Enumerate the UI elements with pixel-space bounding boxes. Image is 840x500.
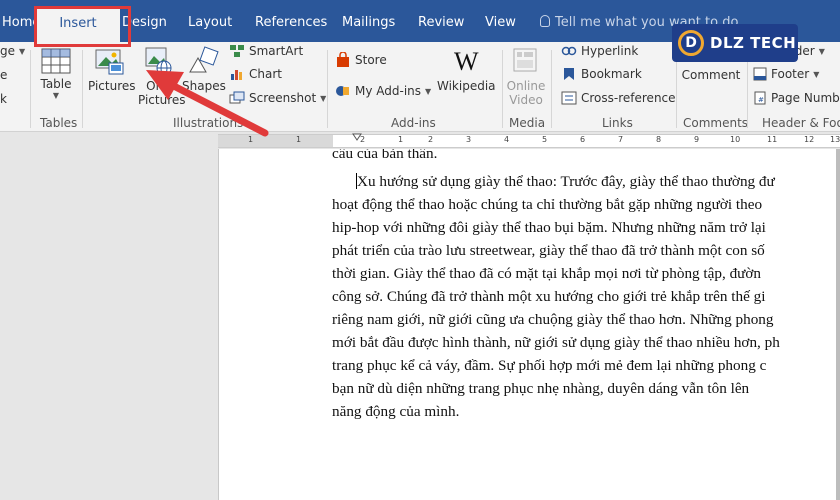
- globe-picture-icon: [145, 47, 172, 76]
- document-body[interactable]: câu của bản thân. Xu hướng sử dụng giày …: [332, 149, 840, 423]
- ruler-label: 1: [398, 135, 404, 144]
- chart-icon: [231, 70, 242, 80]
- ruler-label: 12: [804, 135, 815, 144]
- group-label-tables: Tables: [40, 116, 78, 130]
- cross-reference-button[interactable]: Cross-reference: [561, 91, 676, 105]
- page-number-icon: #: [754, 91, 766, 105]
- picture-icon: [95, 49, 124, 75]
- hyperlink-button[interactable]: Hyperlink: [561, 44, 638, 58]
- insert-tab-highlight-box: [34, 6, 131, 47]
- paragraph-line: hoạt động thể thao hoặc chúng ta chỉ thư…: [332, 196, 763, 213]
- tab-review[interactable]: Review: [418, 15, 464, 35]
- bookmark-icon: [564, 68, 574, 80]
- left-cut-item-1[interactable]: ge ▼: [0, 44, 25, 58]
- wikipedia-icon: W: [454, 47, 479, 76]
- ruler-label: 1: [248, 135, 254, 144]
- cross-reference-icon: [561, 91, 577, 105]
- tab-references[interactable]: References: [255, 15, 327, 35]
- online-video-button[interactable]: Online Video: [506, 46, 546, 107]
- dlz-tech-logo: D DLZ TECH: [672, 24, 798, 62]
- group-label-comments: Comments: [683, 116, 749, 130]
- table-button[interactable]: Table ▼: [38, 48, 74, 100]
- document-margin-area: [0, 149, 218, 500]
- svg-text:#: #: [758, 96, 764, 104]
- paragraph-line: năng động của mình.: [332, 403, 460, 420]
- ruler-margin: [218, 135, 333, 147]
- hyperlink-icon: [561, 46, 577, 56]
- paragraph-line: thời gian. Giày thể thao đã có mặt tại k…: [332, 265, 762, 282]
- lightbulb-icon: [540, 15, 550, 27]
- tab-layout[interactable]: Layout: [188, 15, 232, 35]
- paragraph-line: câu của bản thân.: [332, 149, 438, 162]
- shapes-button[interactable]: Shapes: [182, 46, 226, 93]
- footer-icon: [753, 67, 767, 81]
- tab-mailings[interactable]: Mailings: [342, 15, 395, 35]
- addins-icon: [336, 86, 349, 96]
- svg-text:W: W: [454, 47, 479, 76]
- horizontal-ruler[interactable]: 1 1 2 1 2 3 4 5 6 7 8 9 10 11 12 13: [218, 133, 840, 148]
- group-separator: [82, 50, 83, 128]
- pictures-button[interactable]: Pictures: [88, 46, 136, 93]
- paragraph-line: bạn nữ dù diện những trang phục nhẹ nhàn…: [332, 380, 750, 397]
- shapes-icon: [189, 46, 219, 73]
- ruler-label: 3: [466, 135, 472, 144]
- ruler-label: 8: [656, 135, 662, 144]
- smartart-icon: [230, 45, 244, 57]
- ruler-label: 9: [694, 135, 700, 144]
- my-addins-button[interactable]: My Add-ins ▼: [335, 83, 431, 99]
- online-pictures-button[interactable]: Onli Pictures: [138, 46, 186, 107]
- ruler-label: 13: [830, 135, 840, 144]
- online-video-icon: [513, 48, 537, 72]
- paragraph-line: hip-hop với những đôi giày thể thao bụi …: [332, 219, 766, 236]
- group-separator: [327, 50, 328, 128]
- table-icon: [41, 48, 71, 74]
- screenshot-button[interactable]: Screenshot ▼: [229, 91, 326, 105]
- group-label-header-footer: Header & Foot: [762, 116, 840, 130]
- footer-button[interactable]: Footer ▼: [753, 67, 819, 81]
- ruler-label: 10: [730, 135, 741, 144]
- ruler-label: 6: [580, 135, 586, 144]
- wikipedia-button[interactable]: W Wikipedia: [437, 46, 496, 93]
- indent-marker-icon[interactable]: [352, 133, 362, 141]
- smartart-button[interactable]: SmartArt: [229, 44, 303, 58]
- ruler-label: 5: [542, 135, 548, 144]
- group-separator: [502, 50, 503, 128]
- store-bag-icon: [337, 52, 349, 67]
- group-label-links: Links: [602, 116, 633, 130]
- left-cut-item-2[interactable]: e: [0, 68, 7, 82]
- paragraph-line: công sở. Chúng đã trở thành một xu hướng…: [332, 288, 766, 305]
- paragraph-line: Xu hướng sử dụng giày thể thao: Trước đâ…: [356, 173, 775, 190]
- comment-button[interactable]: Comment: [680, 68, 742, 82]
- page-number-button[interactable]: # Page Numb: [753, 91, 840, 105]
- ruler-label: 1: [296, 135, 302, 144]
- paragraph-line: mới bắt đầu được hình thành, nữ giới sử …: [332, 334, 780, 351]
- left-cut-item-3[interactable]: k: [0, 92, 7, 106]
- group-separator: [30, 50, 31, 128]
- ruler-label: 11: [767, 135, 778, 144]
- group-label-media: Media: [509, 116, 546, 130]
- ruler-label: 7: [618, 135, 624, 144]
- ruler-label: 2: [428, 135, 434, 144]
- group-label-addins: Add-ins: [391, 116, 436, 130]
- group-separator: [551, 50, 552, 128]
- tab-view[interactable]: View: [485, 15, 516, 35]
- bookmark-button[interactable]: Bookmark: [561, 67, 642, 81]
- paragraph-line: phát triển của trào lưu streetwear, giày…: [332, 242, 765, 259]
- store-button[interactable]: Store: [335, 52, 387, 68]
- paragraph-line: trang phục kể cả váy, đầm. Sự phối hợp m…: [332, 357, 767, 374]
- group-label-illustrations: Illustrations: [173, 116, 244, 130]
- paragraph-line: riêng nam giới, nữ giới cũng ưa chuộng g…: [332, 311, 774, 328]
- screenshot-icon: [229, 91, 245, 104]
- ruler-label: 4: [504, 135, 510, 144]
- chevron-down-icon: ▼: [52, 91, 60, 100]
- chart-button[interactable]: Chart: [229, 67, 282, 81]
